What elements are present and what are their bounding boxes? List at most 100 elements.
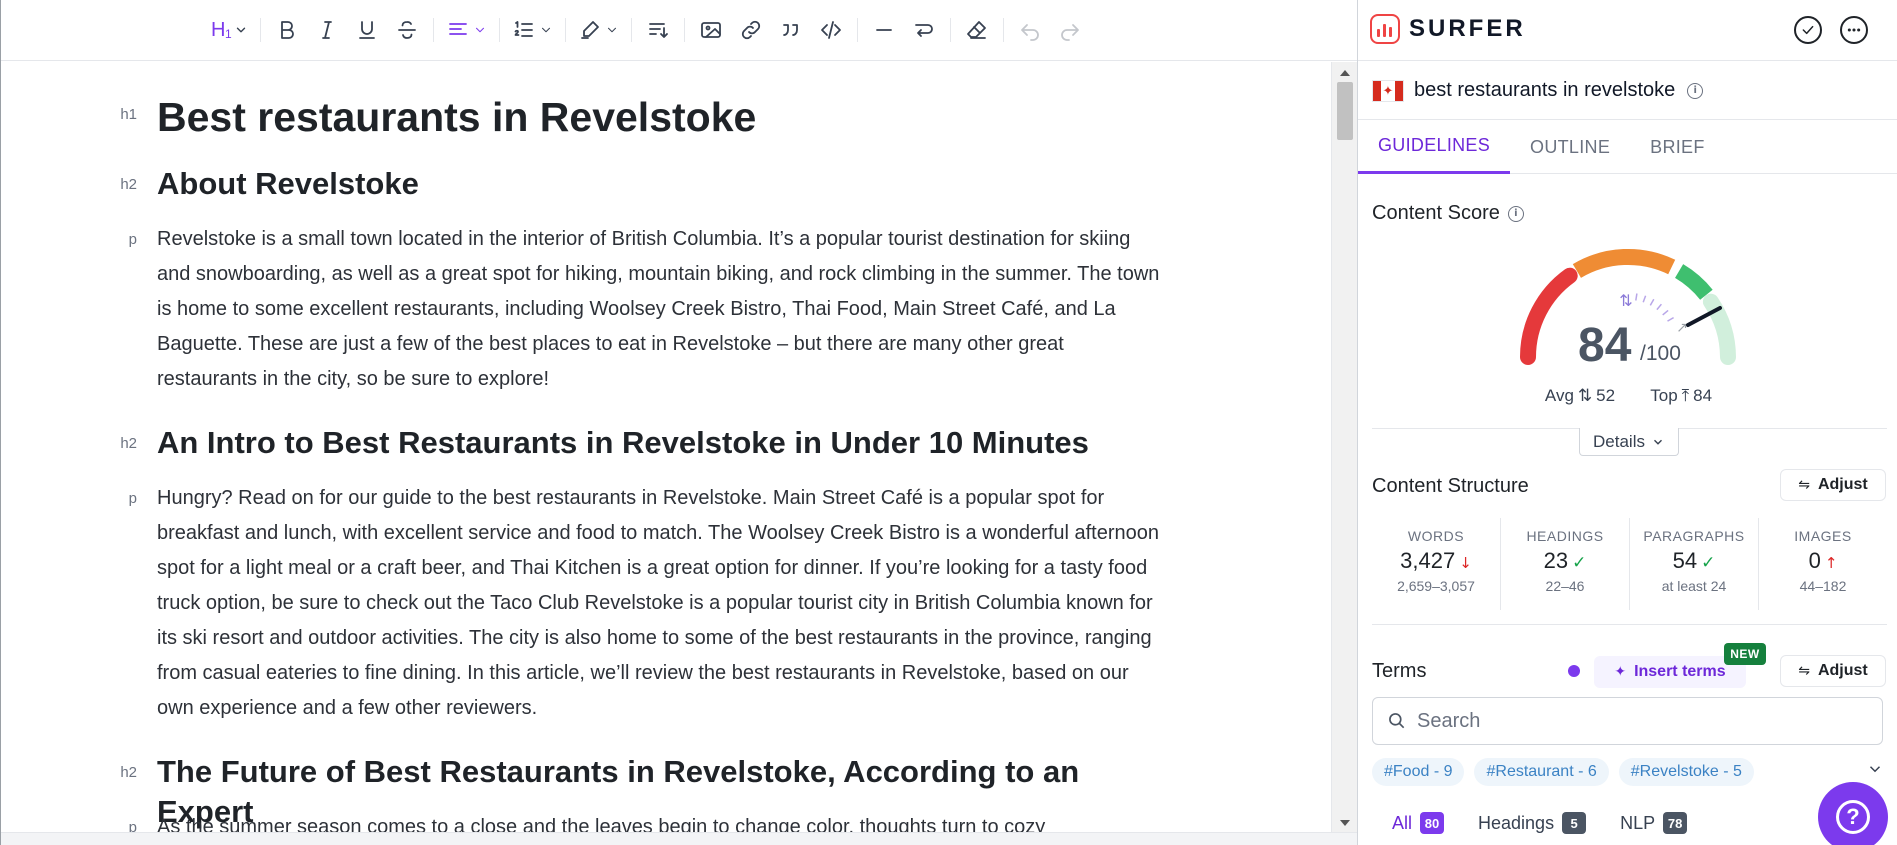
- heading-icon: H1: [211, 19, 232, 42]
- chevron-down-icon: [476, 27, 485, 33]
- insert-link-button[interactable]: [731, 10, 771, 50]
- topic-chips: #Food - 9 #Restaurant - 6 #Revelstoke - …: [1372, 758, 1764, 786]
- line-break-button[interactable]: [904, 10, 944, 50]
- details-label: Details: [1593, 431, 1645, 451]
- chevron-down-icon: [542, 27, 551, 33]
- heading-dropdown[interactable]: H1: [205, 10, 254, 50]
- stat-images: IMAGES 0 ↑ 44–182: [1759, 518, 1887, 610]
- strikethrough-button[interactable]: [387, 10, 427, 50]
- strikethrough-icon: [398, 21, 417, 39]
- tab-outline[interactable]: OUTLINE: [1510, 120, 1630, 174]
- image-icon: [701, 22, 722, 38]
- quote-icon: [783, 24, 799, 36]
- gauge-top-marker-icon: ↗: [1676, 320, 1688, 336]
- undo-button[interactable]: [1010, 10, 1050, 50]
- stat-range: at least 24: [1661, 578, 1727, 594]
- toolbar-divider: [433, 18, 435, 42]
- gauge-average-marker-icon: ⇅: [1619, 291, 1632, 310]
- block-tag-p: p: [128, 819, 137, 832]
- topic-chip[interactable]: #Revelstoke - 5: [1618, 758, 1754, 786]
- link-icon: [742, 20, 761, 40]
- chevron-down-icon: [1869, 766, 1881, 773]
- italic-button[interactable]: [307, 10, 347, 50]
- editor-scrollbar[interactable]: [1331, 62, 1357, 832]
- page-title[interactable]: Best restaurants in Revelstoke: [157, 92, 1167, 142]
- redo-button[interactable]: [1050, 10, 1090, 50]
- sparkle-icon: ✦: [1614, 664, 1627, 680]
- stat-paragraphs: PARAGRAPHS 54 ✓ at least 24: [1630, 518, 1759, 610]
- code-button[interactable]: [811, 10, 851, 50]
- stat-range: 22–46: [1545, 578, 1585, 594]
- gauge-orange-arc: [1572, 249, 1676, 278]
- quote-button[interactable]: [771, 10, 811, 50]
- expand-chips-button[interactable]: [1866, 760, 1886, 780]
- underline-icon: [359, 21, 376, 39]
- adjust-structure-button[interactable]: ⇋ Adjust: [1780, 469, 1886, 501]
- content-score-value: 84: [1578, 319, 1632, 372]
- block-tag-h2: h2: [120, 764, 137, 781]
- avg-label: Avg: [1544, 386, 1574, 405]
- scroll-up-icon[interactable]: [1340, 70, 1350, 76]
- filter-nlp[interactable]: NLP 78: [1620, 812, 1688, 834]
- list-dropdown[interactable]: [506, 10, 559, 50]
- content-structure-stats: WORDS 3,427 ↓ 2,659–3,057 HEADINGS 23 ✓ 22…: [1372, 518, 1887, 610]
- check-icon: [1802, 25, 1814, 35]
- undo-icon: [1021, 24, 1039, 41]
- info-icon[interactable]: i: [1687, 82, 1704, 99]
- block-tag-p: p: [128, 490, 137, 507]
- adjust-label: Adjust: [1817, 476, 1868, 493]
- chevron-down-icon: [236, 27, 246, 33]
- paragraph-text[interactable]: As the summer season comes to a close an…: [157, 810, 1167, 832]
- paragraph-text[interactable]: Hungry? Read on for our guide to the bes…: [157, 481, 1167, 726]
- filter-all[interactable]: All 80: [1392, 812, 1445, 834]
- adjust-label: Adjust: [1817, 662, 1868, 679]
- search-icon: [1389, 713, 1405, 729]
- document-body[interactable]: h1 Best restaurants in Revelstoke h2 Abo…: [1, 62, 1331, 832]
- toolbar-divider: [1003, 18, 1005, 42]
- question-icon: ?: [1836, 800, 1870, 834]
- stat-range: 2,659–3,057: [1397, 578, 1475, 594]
- clear-format-button[interactable]: [957, 10, 997, 50]
- filter-headings[interactable]: Headings 5: [1478, 812, 1587, 834]
- underline-button[interactable]: [347, 10, 387, 50]
- align-dropdown[interactable]: [440, 10, 493, 50]
- tab-guidelines[interactable]: GUIDELINES: [1358, 120, 1511, 174]
- code-icon: [821, 21, 842, 39]
- canada-flag-icon: ✦: [1372, 79, 1404, 102]
- toolbar-divider: [631, 18, 633, 42]
- section-heading[interactable]: About Revelstoke: [157, 164, 1167, 204]
- horizontal-rule-button[interactable]: [864, 10, 904, 50]
- insert-image-button[interactable]: [691, 10, 731, 50]
- stat-headings: HEADINGS 23 ✓ 22–46: [1501, 518, 1630, 610]
- content-score-heading: Content Score i: [1372, 202, 1524, 225]
- top-icon: ⤒: [1681, 386, 1690, 406]
- terms-title: Terms: [1372, 660, 1427, 682]
- paragraph-text[interactable]: Revelstoke is a small town located in th…: [157, 222, 1167, 397]
- terms-search-field[interactable]: [1372, 697, 1883, 745]
- search-input[interactable]: [1417, 709, 1857, 733]
- topic-chip[interactable]: #Restaurant - 6: [1474, 758, 1609, 786]
- surfer-logo: SURFER: [1370, 14, 1526, 44]
- scroll-down-icon[interactable]: [1340, 820, 1350, 826]
- scrollbar-thumb[interactable]: [1337, 82, 1353, 140]
- details-button[interactable]: Details: [1579, 428, 1679, 456]
- filter-label: Headings: [1478, 812, 1555, 833]
- tab-brief[interactable]: BRIEF: [1630, 120, 1725, 174]
- toolbar-divider: [684, 18, 686, 42]
- highlighter-icon: [581, 21, 600, 39]
- help-button[interactable]: ?: [1818, 782, 1888, 845]
- adjust-terms-button[interactable]: ⇋ Adjust: [1780, 655, 1886, 687]
- check-status-button[interactable]: [1794, 16, 1822, 44]
- more-options-button[interactable]: [1840, 16, 1868, 44]
- highlight-dropdown[interactable]: [572, 10, 625, 50]
- topic-chip[interactable]: #Food - 9: [1372, 758, 1465, 786]
- stat-range: 44–182: [1799, 578, 1847, 594]
- formatting-toolbar: H1: [1, 0, 1357, 61]
- section-heading[interactable]: An Intro to Best Restaurants in Revelsto…: [157, 423, 1167, 463]
- horizontal-rule-icon: [876, 29, 893, 31]
- info-icon[interactable]: i: [1507, 205, 1524, 222]
- sort-button[interactable]: [638, 10, 678, 50]
- toolbar-divider: [499, 18, 501, 42]
- check-icon: ✓: [1572, 553, 1587, 573]
- bold-button[interactable]: [267, 10, 307, 50]
